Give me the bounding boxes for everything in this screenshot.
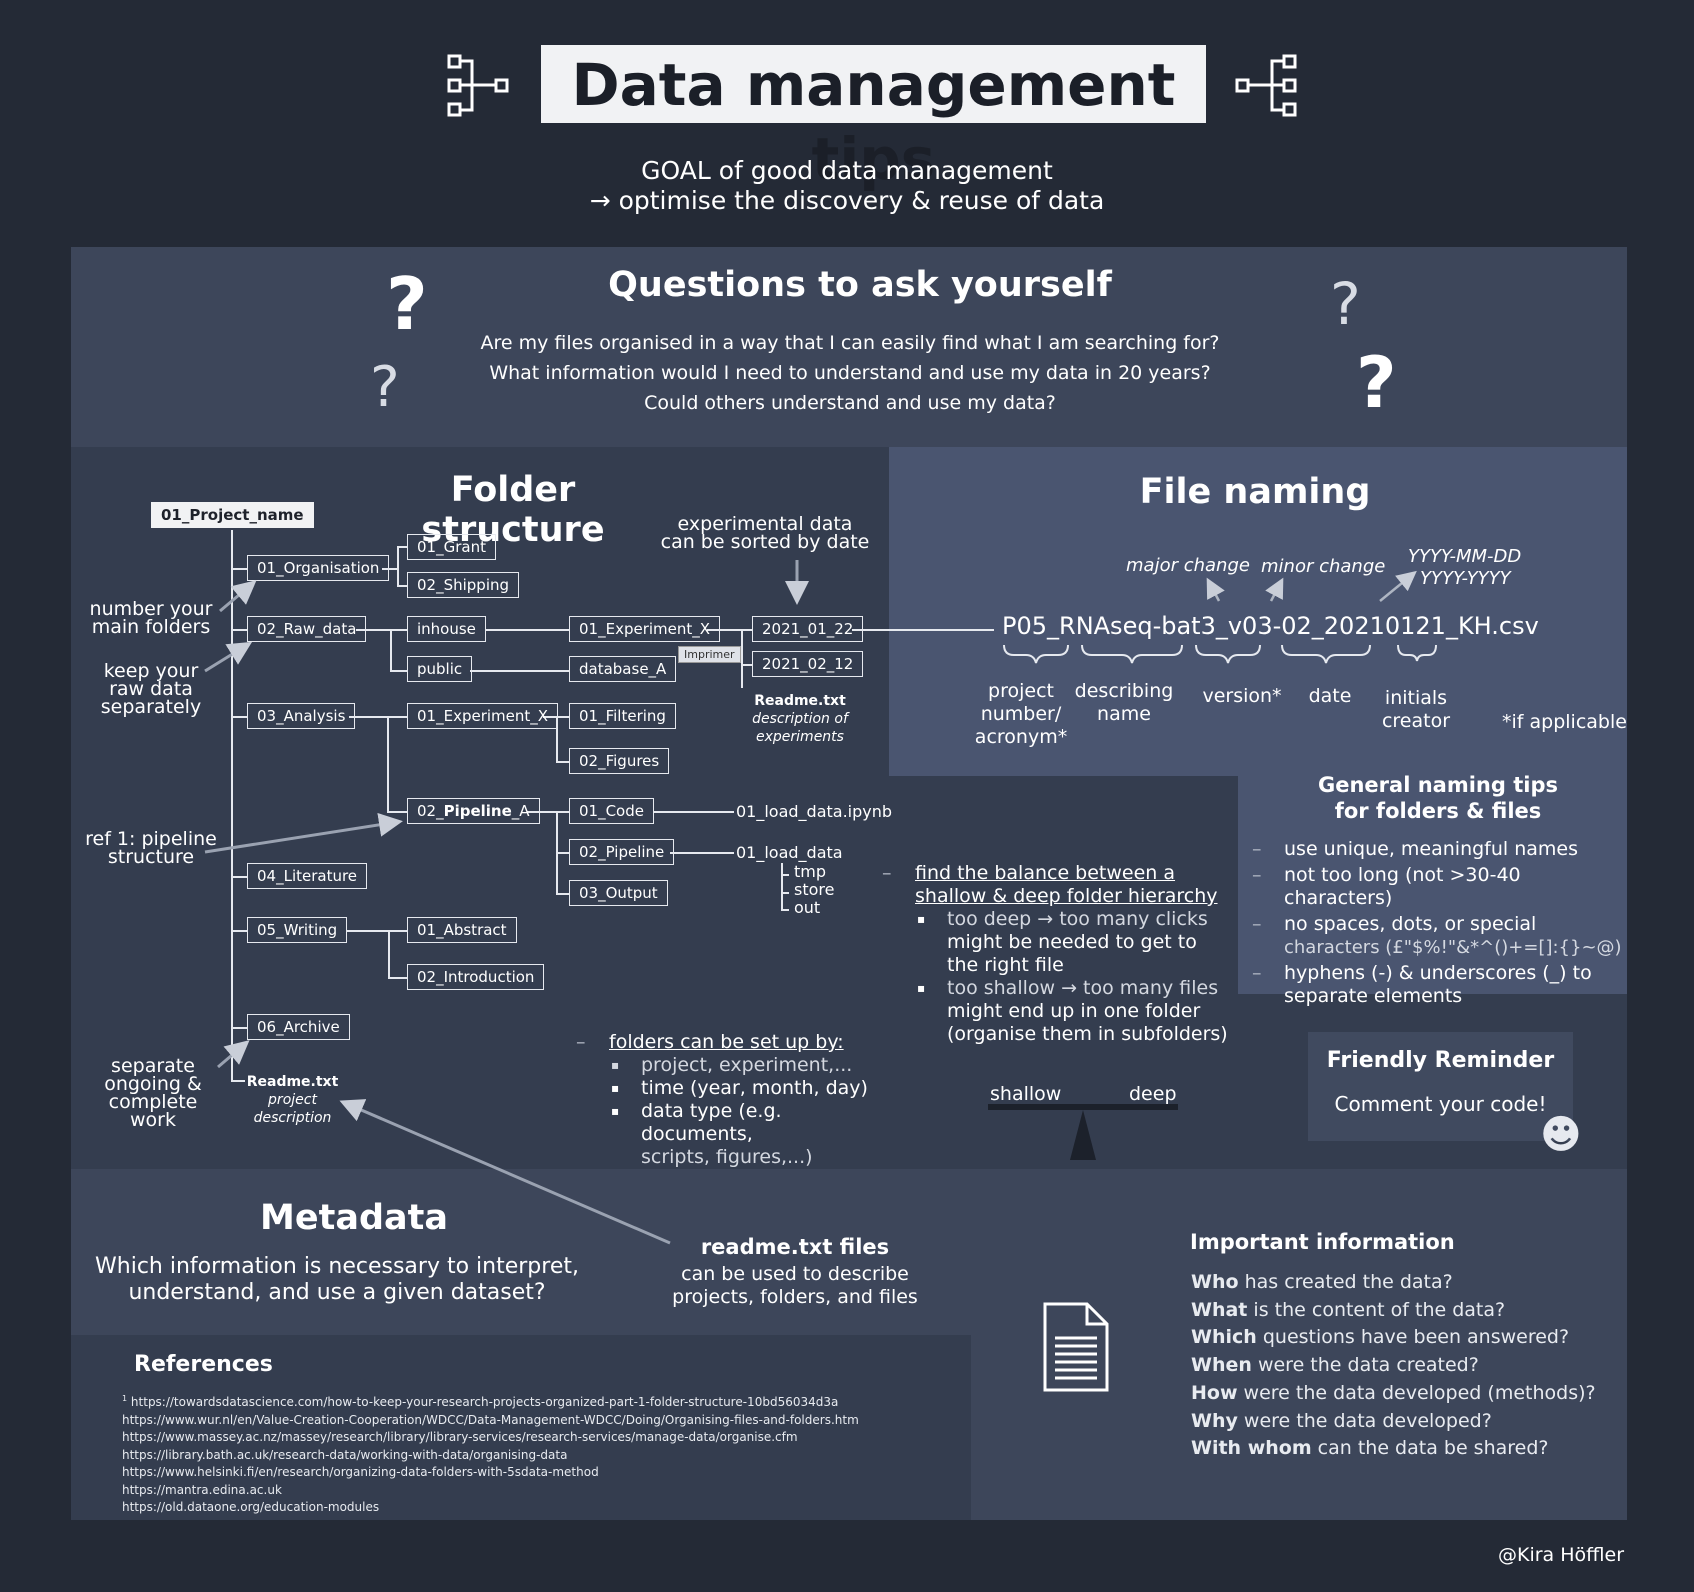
important-item: What is the content of the data?: [1191, 1297, 1596, 1325]
important-item-bold: How: [1191, 1381, 1238, 1404]
readme-files-desc-2: projects, folders, and files: [672, 1286, 918, 1308]
part-desc-1: describing: [1074, 680, 1174, 702]
important-item: Who has created the data?: [1191, 1269, 1596, 1297]
important-item-rest: can the data be shared?: [1311, 1437, 1549, 1460]
important-item-bold: Which: [1191, 1326, 1257, 1349]
reference-1[interactable]: https://towardsdatascience.com/how-to-ke…: [131, 1395, 838, 1409]
important-item-bold: What: [1191, 1298, 1248, 1321]
reminder-text: Comment your code!: [1334, 1092, 1547, 1116]
naming-tip-1: use unique, meaningful names: [1252, 838, 1627, 861]
references-title: References: [134, 1352, 273, 1377]
important-item-rest: questions have been answered?: [1256, 1326, 1570, 1349]
author-credit: @Kira Höffler: [1498, 1544, 1625, 1566]
reference-link[interactable]: https://mantra.edina.ac.uk: [122, 1482, 859, 1500]
naming-tips-title: General naming tips for folders & files: [1278, 772, 1598, 824]
part-project-3: acronym*: [974, 726, 1068, 748]
part-desc-2: name: [1097, 703, 1151, 725]
metadata-question: Which information is necessary to interp…: [92, 1254, 582, 1306]
readme-files-title: readme.txt files: [700, 1235, 890, 1259]
important-title: Important information: [1190, 1230, 1455, 1254]
reference-link[interactable]: https://www.wur.nl/en/Value-Creation-Coo…: [122, 1412, 859, 1430]
naming-tips-title-2: for folders & files: [1334, 799, 1542, 823]
important-item: Which questions have been answered?: [1191, 1324, 1596, 1352]
naming-tip-3-1: no spaces, dots, or special: [1284, 913, 1537, 935]
important-item: When were the data created?: [1191, 1352, 1596, 1380]
important-item-bold: With whom: [1191, 1437, 1312, 1460]
naming-tip-4-1: hyphens (-) & underscores (_) to: [1284, 962, 1592, 984]
reference-link[interactable]: https://library.bath.ac.uk/research-data…: [122, 1447, 859, 1465]
naming-tip-2: not too long (not >30-40 characters): [1252, 864, 1627, 910]
important-item-rest: has created the data?: [1238, 1271, 1453, 1293]
part-project-1: project: [988, 680, 1054, 702]
part-date: date: [1308, 685, 1352, 707]
naming-tips-list: use unique, meaningful names not too lon…: [1252, 838, 1627, 1008]
part-project: project number/ acronym*: [968, 680, 1074, 749]
part-initials: initials creator: [1370, 687, 1462, 733]
part-describing-name: describing name: [1068, 680, 1180, 726]
metadata-question-2: understand, and use a given dataset?: [128, 1280, 546, 1305]
part-project-2: number/: [980, 703, 1062, 725]
naming-tip-4-2: separate elements: [1284, 985, 1463, 1007]
reference-link[interactable]: https://www.helsinki.fi/en/research/orga…: [122, 1464, 859, 1482]
smiley-icon: ☻: [1540, 1112, 1582, 1158]
reference-link[interactable]: https://www.massey.ac.nz/massey/research…: [122, 1429, 859, 1447]
naming-tip-4: hyphens (-) & underscores (_) toseparate…: [1252, 962, 1627, 1008]
important-item-rest: were the data developed?: [1237, 1409, 1492, 1432]
reference-link[interactable]: 1 https://towardsdatascience.com/how-to-…: [122, 1390, 859, 1412]
metadata-question-1: Which information is necessary to interp…: [95, 1254, 579, 1279]
metadata-title: Metadata: [260, 1198, 448, 1238]
part-init-2: creator: [1381, 710, 1451, 732]
important-item-rest: were the data developed (methods)?: [1237, 1381, 1596, 1404]
important-item-bold: Why: [1191, 1409, 1238, 1432]
important-item-bold: When: [1191, 1354, 1252, 1377]
document-icon: [1043, 1302, 1109, 1392]
references-list: 1 https://towardsdatascience.com/how-to-…: [122, 1390, 859, 1517]
if-applicable-note: *if applicable: [1502, 711, 1627, 733]
part-version: version*: [1202, 685, 1282, 707]
reference-link[interactable]: https://old.dataone.org/education-module…: [122, 1499, 859, 1517]
example-filename: P05_RNAseq-bat3_v03-02_20210121_KH.csv: [1002, 612, 1539, 640]
readme-files-desc: can be used to describe projects, folder…: [660, 1263, 930, 1309]
important-item-rest: were the data created?: [1251, 1354, 1479, 1377]
important-item: Why were the data developed?: [1191, 1408, 1596, 1436]
important-item-bold: Who: [1191, 1271, 1239, 1293]
important-item-rest: is the content of the data?: [1247, 1298, 1506, 1321]
naming-tip-3-2: characters (£"$%!"&*^()+=[]:{}~@): [1284, 937, 1622, 958]
important-item: With whom can the data be shared?: [1191, 1435, 1596, 1463]
naming-tip-3: no spaces, dots, or specialcharacters (£…: [1252, 913, 1627, 959]
important-item: How were the data developed (methods)?: [1191, 1380, 1596, 1408]
readme-files-desc-1: can be used to describe: [681, 1263, 909, 1285]
reference-sup: 1: [122, 1394, 128, 1403]
part-init-1: initials: [1384, 687, 1448, 709]
important-list: Who has created the data? What is the co…: [1191, 1269, 1596, 1463]
naming-tips-title-1: General naming tips: [1318, 773, 1558, 797]
reminder-title: Friendly Reminder: [1326, 1048, 1555, 1073]
